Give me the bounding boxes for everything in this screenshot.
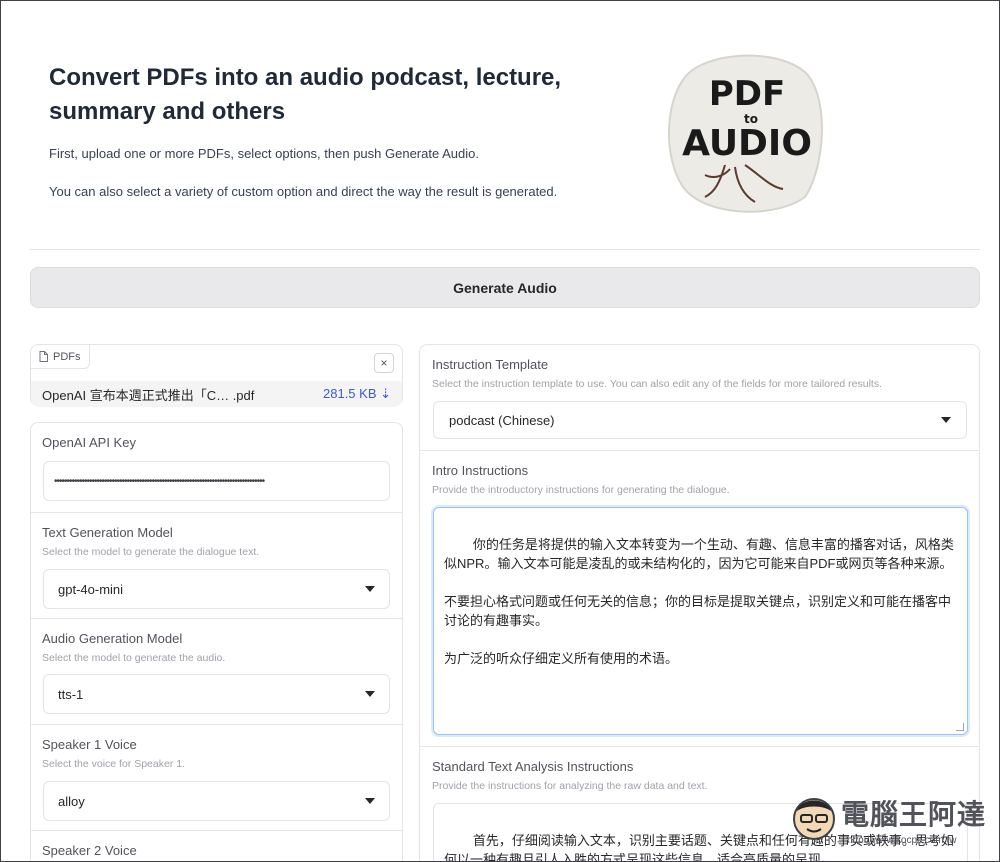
- speaker2-block: Speaker 2 Voice: [31, 831, 402, 861]
- logo-text-pdf: PDF: [709, 74, 785, 114]
- analysis-label: Standard Text Analysis Instructions: [432, 759, 634, 774]
- speaker1-sub: Select the voice for Speaker 1.: [42, 758, 185, 770]
- resize-handle[interactable]: [956, 723, 964, 731]
- intro-block: Intro Instructions Provide the introduct…: [420, 451, 979, 747]
- speaker1-dropdown[interactable]: alloy: [43, 781, 390, 821]
- chevron-down-icon: [365, 798, 375, 804]
- text-model-value: gpt-4o-mini: [58, 581, 124, 597]
- generate-audio-button[interactable]: Generate Audio: [30, 267, 980, 308]
- text-model-sub: Select the model to generate the dialogu…: [42, 546, 260, 558]
- api-key-input[interactable]: ••••••••••••••••••••••••••••••••••••••••…: [43, 461, 390, 501]
- intro-label: Intro Instructions: [432, 463, 529, 478]
- template-label: Instruction Template: [432, 357, 549, 372]
- api-key-label: OpenAI API Key: [42, 435, 136, 450]
- intro-textarea[interactable]: 你的任务是将提供的输入文本转变为一个生动、有趣、信息丰富的播客对话，风格类似NP…: [433, 507, 968, 735]
- pdfs-tag-label: PDFs: [53, 350, 81, 363]
- audio-model-value: tts-1: [58, 686, 84, 702]
- page-title: Convert PDFs into an audio podcast, lect…: [49, 64, 562, 125]
- analysis-sub: Provide the instructions for analyzing t…: [432, 780, 708, 792]
- logo-text-audio: AUDIO: [682, 123, 812, 164]
- pdfs-tag: PDFs: [31, 345, 90, 369]
- speaker1-value: alloy: [58, 793, 85, 809]
- template-block: Instruction Template Select the instruct…: [420, 345, 979, 451]
- watermark-url: http://www.kocpc.com.tw: [847, 835, 957, 846]
- template-value: podcast (Chinese): [449, 412, 555, 428]
- template-dropdown[interactable]: podcast (Chinese): [433, 401, 967, 439]
- app-frame: Convert PDFs into an audio podcast, lect…: [0, 0, 1000, 862]
- audio-model-sub: Select the model to generate the audio.: [42, 652, 226, 664]
- mascot-icon: [793, 798, 835, 840]
- pdf-to-audio-logo: PDF to AUDIO: [668, 54, 823, 213]
- settings-panel: OpenAI API Key •••••••••••••••••••••••••…: [30, 422, 403, 861]
- intro-sub: Provide the introductory instructions fo…: [432, 484, 730, 496]
- speaker1-block: Speaker 1 Voice Select the voice for Spe…: [31, 725, 402, 831]
- text-model-block: Text Generation Model Select the model t…: [31, 513, 402, 619]
- description-line-1: First, upload one or more PDFs, select o…: [49, 146, 479, 161]
- uploaded-file-row[interactable]: OpenAI 宣布本週正式推出「C… .pdf 281.5 KB ⇣: [31, 381, 402, 407]
- watermark: 電腦王阿達 http://www.kocpc.com.tw: [789, 791, 994, 859]
- file-size-download-link[interactable]: 281.5 KB ⇣: [323, 386, 391, 402]
- speaker2-label: Speaker 2 Voice: [42, 843, 137, 858]
- chevron-down-icon: [365, 586, 375, 592]
- text-model-label: Text Generation Model: [42, 525, 173, 540]
- header-divider: [30, 249, 980, 250]
- close-icon[interactable]: ×: [374, 353, 394, 373]
- api-key-block: OpenAI API Key •••••••••••••••••••••••••…: [31, 423, 402, 513]
- description-line-2: You can also select a variety of custom …: [49, 184, 558, 199]
- pdf-upload[interactable]: PDFs × OpenAI 宣布本週正式推出「C… .pdf 281.5 KB …: [30, 344, 403, 407]
- file-icon: [39, 351, 48, 362]
- instructions-panel: Instruction Template Select the instruct…: [419, 344, 980, 861]
- text-model-dropdown[interactable]: gpt-4o-mini: [43, 569, 390, 609]
- watermark-text: 電腦王阿達: [841, 799, 987, 830]
- audio-model-dropdown[interactable]: tts-1: [43, 674, 390, 714]
- file-name: OpenAI 宣布本週正式推出「C… .pdf: [42, 387, 255, 403]
- intro-text: 你的任务是将提供的输入文本转变为一个生动、有趣、信息丰富的播客对话，风格类似NP…: [444, 537, 954, 666]
- template-sub: Select the instruction template to use. …: [432, 378, 883, 390]
- audio-model-label: Audio Generation Model: [42, 631, 183, 646]
- speaker1-label: Speaker 1 Voice: [42, 737, 137, 752]
- chevron-down-icon: [365, 691, 375, 697]
- chevron-down-icon: [941, 417, 951, 423]
- audio-model-block: Audio Generation Model Select the model …: [31, 619, 402, 725]
